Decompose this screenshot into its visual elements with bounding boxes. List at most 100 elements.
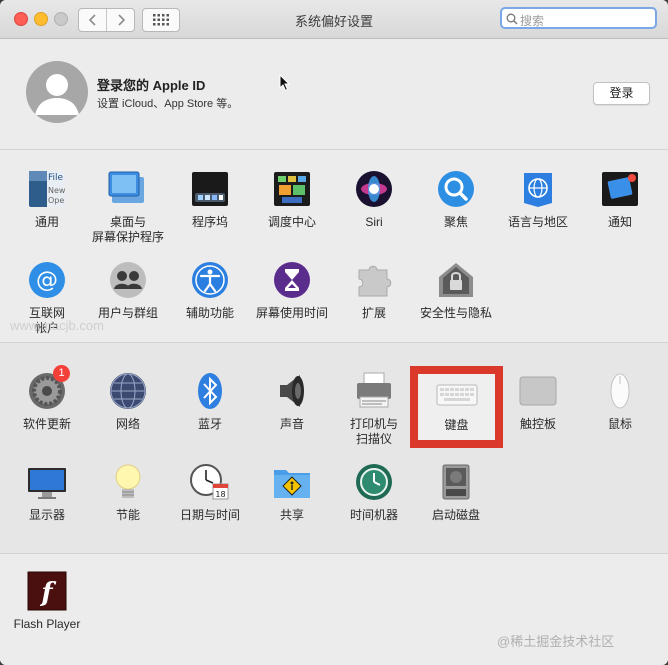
pref-label: 键盘 [444,418,469,432]
pref-label: 网络 [115,417,140,431]
avatar[interactable] [26,61,88,123]
pref-users-groups[interactable]: 用户与群组 [87,260,169,321]
pref-label: 触控板 [519,417,556,431]
siri-icon [354,169,394,209]
pref-label: 通用 [34,215,59,229]
pref-extensions[interactable]: 扩展 [333,260,415,321]
watermark-left: www.macjb.com [10,318,104,333]
pref-label: 显示器 [28,508,65,522]
pref-label: 日期与时间 [179,508,240,522]
pref-label: 语言与地区 [507,215,568,229]
svg-text:Ope: Ope [48,196,64,205]
pref-keyboard[interactable]: 键盘 [418,374,495,440]
pref-mouse[interactable]: 鼠标 [579,371,661,432]
pref-security-privacy[interactable]: 安全性与隐私 [415,260,497,321]
spotlight-icon [436,169,476,209]
pref-label: 节能 [115,508,140,522]
network-icon [108,371,148,411]
date-time-icon: 18 [190,462,230,502]
pref-network[interactable]: 网络 [87,371,169,432]
pref-software-update[interactable]: 1 软件更新 [6,365,88,432]
keyboard-highlight-frame: 键盘 [410,366,503,448]
pref-date-time[interactable]: 18 日期与时间 [169,462,251,523]
pref-label: 共享 [279,508,304,522]
language-icon [518,169,558,209]
apple-id-section: 登录您的 Apple ID 设置 iCloud、App Store 等。 登录 [0,39,668,150]
pref-startup-disk[interactable]: 启动磁盘 [415,462,497,523]
pref-label: 辅助功能 [185,306,234,320]
pref-trackpad[interactable]: 触控板 [497,371,579,432]
pref-mission-control[interactable]: 调度中心 [251,169,333,230]
system-preferences-window: 系统偏好设置 搜索 登录您的 Apple ID 设置 iCloud、App St… [0,0,668,665]
pref-label: 时间机器 [349,508,398,522]
mission-control-icon [272,169,312,209]
sound-icon [272,371,312,411]
pref-language-region[interactable]: 语言与地区 [497,169,579,230]
sharing-icon [272,462,312,502]
hardware-preferences-section: 1 软件更新 网络 蓝牙 声音 打印机与 扫描仪 触控板 鼠标 显示器 节能 1… [0,343,668,554]
extensions-icon [354,260,394,300]
desktop-icon [108,169,148,209]
printer-icon [354,371,394,411]
pref-label: 启动磁盘 [431,508,480,522]
general-icon: File New Ope [27,169,67,209]
pref-label: 聚焦 [443,215,468,229]
apple-id-title: 登录您的 Apple ID [97,78,206,93]
pref-label: 扩展 [361,306,386,320]
svg-text:@: @ [36,268,58,293]
pref-flash-player[interactable]: f Flash Player [6,571,88,632]
internet-accounts-icon: @ [27,260,67,300]
svg-text:18: 18 [215,490,225,499]
pref-screen-time[interactable]: 屏幕使用时间 [251,260,333,321]
keyboard-icon [436,384,478,406]
energy-icon [108,462,148,502]
pref-label: 屏幕使用时间 [255,306,328,320]
dock-icon [190,169,230,209]
screen-time-icon [272,260,312,300]
accessibility-icon [190,260,230,300]
pref-label: 蓝牙 [197,417,222,431]
mouse-icon [600,371,640,411]
watermark-right: @稀土掘金技术社区 [497,634,615,649]
pref-time-machine[interactable]: 时间机器 [333,462,415,523]
pref-label: Flash Player [13,617,81,631]
personal-preferences-section: File New Ope 通用 桌面与 屏幕保护程序 程序坞 调度中心 Siri… [0,150,668,343]
pref-siri[interactable]: Siri [333,169,415,230]
update-badge: 1 [53,365,70,382]
pref-label: 桌面与 屏幕保护程序 [91,215,164,244]
search-placeholder: 搜索 [520,14,545,28]
pref-printers-scanners[interactable]: 打印机与 扫描仪 [333,371,415,447]
pref-notifications[interactable]: 通知 [579,169,661,230]
trackpad-icon [518,371,558,411]
pref-label: Siri [365,215,383,229]
pref-bluetooth[interactable]: 蓝牙 [169,371,251,432]
search-icon [506,13,518,25]
security-icon [436,260,476,300]
notifications-icon [600,169,640,209]
title-bar: 系统偏好设置 搜索 [0,0,668,39]
svg-text:New: New [48,186,66,195]
pref-sound[interactable]: 声音 [251,371,333,432]
pref-label: 安全性与隐私 [419,306,492,320]
svg-text:File: File [48,173,64,183]
software-update-icon: 1 [27,365,70,411]
pref-label: 鼠标 [607,417,632,431]
pref-label: 程序坞 [191,215,228,229]
pref-label: 软件更新 [22,417,71,431]
flash-player-icon: f [27,571,67,611]
pref-accessibility[interactable]: 辅助功能 [169,260,251,321]
apple-id-subtitle: 设置 iCloud、App Store 等。 [97,98,239,110]
pref-displays[interactable]: 显示器 [6,462,88,523]
search-field[interactable]: 搜索 [500,7,657,29]
display-icon [27,462,67,502]
pref-label: 打印机与 扫描仪 [349,417,398,446]
pref-energy-saver[interactable]: 节能 [87,462,169,523]
pref-general[interactable]: File New Ope 通用 [6,169,88,230]
pref-sharing[interactable]: 共享 [251,462,333,523]
startup-disk-icon [436,462,476,502]
pref-spotlight[interactable]: 聚焦 [415,169,497,230]
pref-dock[interactable]: 程序坞 [169,169,251,230]
mouse-cursor-icon [279,74,291,92]
pref-desktop-screensaver[interactable]: 桌面与 屏幕保护程序 [87,169,169,245]
login-button[interactable]: 登录 [593,82,650,105]
